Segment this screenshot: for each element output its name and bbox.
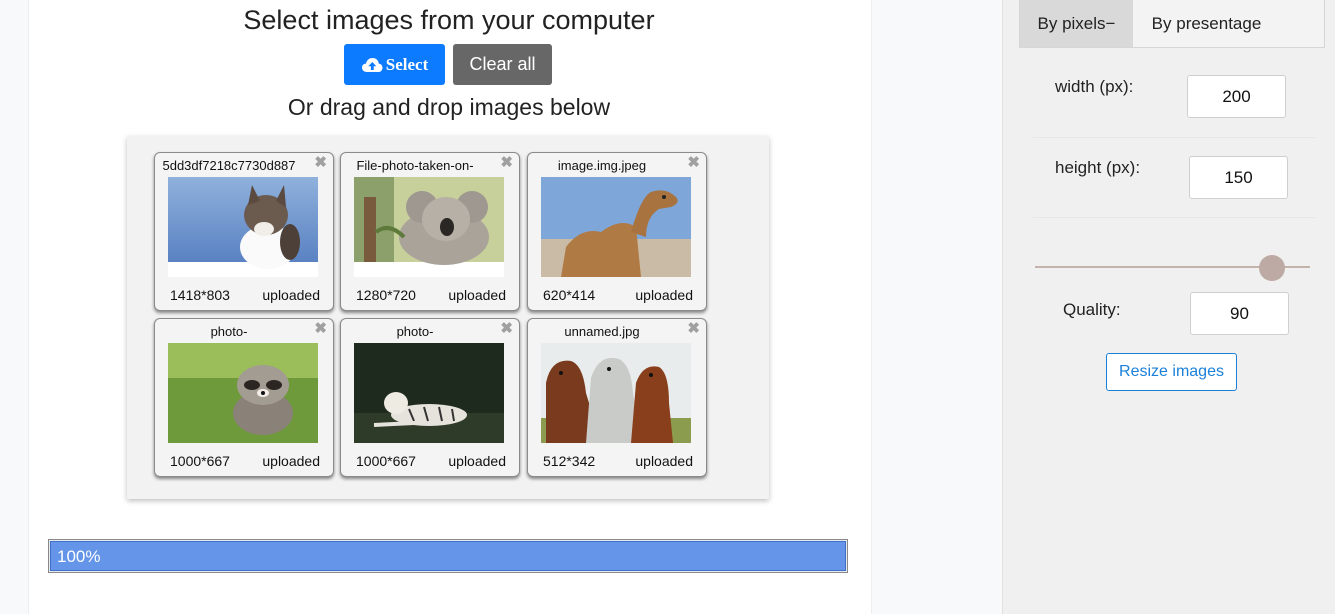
upload-progress-bar: 100% [48, 539, 848, 573]
upload-status: uploaded [635, 453, 693, 469]
quality-slider-handle[interactable] [1259, 255, 1285, 281]
image-card[interactable]: photo- ✖ 1000*667 uploaded [340, 318, 520, 477]
upload-status: uploaded [635, 287, 693, 303]
image-thumbnail [354, 177, 504, 277]
close-icon[interactable]: ✖ [500, 155, 513, 171]
height-label: height (px): [1055, 158, 1141, 177]
upload-status: uploaded [448, 453, 506, 469]
progress-label: 100% [57, 547, 101, 566]
upload-status: uploaded [262, 453, 320, 469]
image-filename: photo- [210, 324, 248, 339]
image-thumbnail [168, 343, 318, 443]
image-filename: image.img.jpeg [557, 158, 647, 173]
image-thumbnail [168, 177, 318, 277]
progress-fill [50, 541, 846, 571]
select-button[interactable]: Select [344, 44, 445, 85]
quality-input[interactable] [1190, 292, 1289, 335]
image-dimensions: 1000*667 [356, 453, 416, 469]
clear-all-button[interactable]: Clear all [453, 44, 552, 85]
resize-mode-tabs: By pixels− By presentage [1019, 0, 1325, 48]
close-icon[interactable]: ✖ [500, 321, 513, 337]
image-card[interactable]: File-photo-taken-on- ✖ 1280*720 uploaded [340, 152, 520, 311]
image-card[interactable]: photo- ✖ 1000*667 uploaded [154, 318, 334, 477]
image-dimensions: 1418*803 [170, 287, 230, 303]
image-filename: File-photo-taken-on- [356, 158, 474, 173]
tab-by-pixels[interactable]: By pixels− [1020, 0, 1133, 47]
height-row: height (px): [1033, 137, 1315, 218]
settings-panel: By pixels− By presentage width (px): hei… [1002, 0, 1335, 614]
image-thumbnail [541, 343, 691, 443]
image-dimensions: 1000*667 [170, 453, 230, 469]
cloud-upload-icon [361, 57, 383, 73]
drop-zone[interactable]: 5dd3df7218c7730d887 ✖ 1418*803 uploaded … [127, 136, 769, 499]
image-dimensions: 1280*720 [356, 287, 416, 303]
upload-status: uploaded [262, 287, 320, 303]
close-icon[interactable]: ✖ [314, 321, 327, 337]
width-input[interactable] [1187, 75, 1286, 118]
page-title: Select images from your computer [243, 5, 655, 35]
image-dimensions: 620*414 [543, 287, 596, 303]
image-thumbnail [541, 177, 691, 277]
tab-by-percentage[interactable]: By presentage [1133, 0, 1280, 47]
image-card[interactable]: image.img.jpeg ✖ 620*414 uploaded [527, 152, 707, 311]
close-icon[interactable]: ✖ [687, 321, 700, 337]
width-label: width (px): [1055, 77, 1134, 96]
image-card[interactable]: 5dd3df7218c7730d887 ✖ 1418*803 uploaded [154, 152, 334, 311]
image-filename: unnamed.jpg [564, 324, 640, 339]
image-filename: 5dd3df7218c7730d887 [162, 158, 296, 173]
height-input[interactable] [1189, 156, 1288, 199]
close-icon[interactable]: ✖ [687, 155, 700, 171]
upload-status: uploaded [448, 287, 506, 303]
width-row: width (px): [1033, 57, 1315, 138]
resize-images-button[interactable]: Resize images [1106, 353, 1237, 391]
image-filename: photo- [396, 324, 434, 339]
close-icon[interactable]: ✖ [314, 155, 327, 171]
image-card[interactable]: unnamed.jpg ✖ 512*342 uploaded [527, 318, 707, 477]
quality-label: Quality: [1063, 300, 1121, 319]
drop-instructions: Or drag and drop images below [287, 94, 611, 120]
select-button-label: Select [385, 54, 429, 74]
image-thumbnail [354, 343, 504, 443]
image-dimensions: 512*342 [543, 453, 596, 469]
